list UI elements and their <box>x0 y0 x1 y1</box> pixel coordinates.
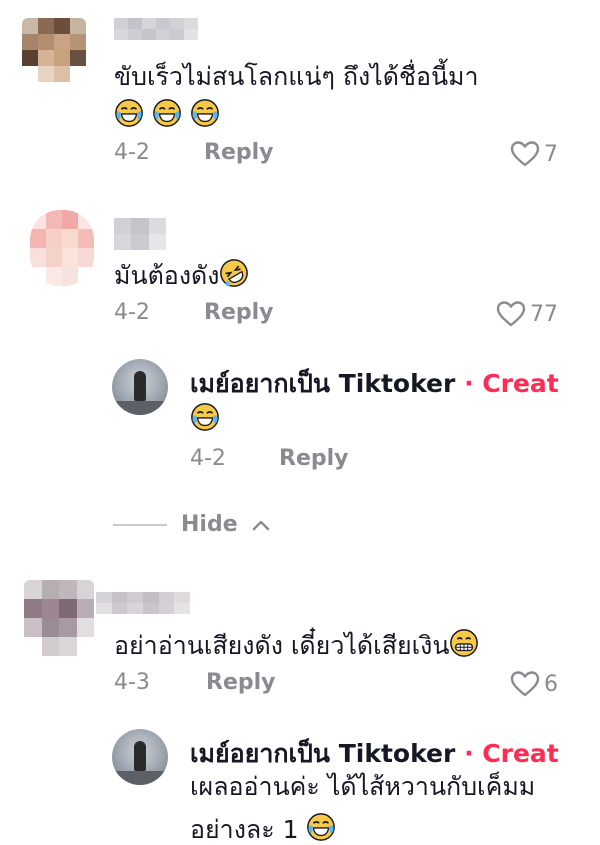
like-button[interactable]: 6 <box>510 670 558 698</box>
heart-icon <box>510 140 540 168</box>
username-blurred[interactable] <box>114 18 198 40</box>
tears-of-joy-icon <box>152 98 182 128</box>
like-count: 77 <box>530 301 558 327</box>
avatar[interactable] <box>30 210 94 286</box>
reply-date: 4-2 <box>190 446 226 471</box>
hide-label: Hide <box>181 512 238 537</box>
comment-date: 4-2 <box>114 300 150 325</box>
comment-text: ขับเร็วไม่สนโลกแน่ๆ ถึงได้ชื่อนี้มา <box>114 62 479 91</box>
comment-text: มันต้องดัง <box>114 258 249 291</box>
creator-badge: · Creat <box>464 739 559 768</box>
creator-badge: · Creat <box>464 369 559 398</box>
reply-button[interactable]: Reply <box>204 300 274 325</box>
reply-button[interactable]: Reply <box>204 140 274 165</box>
tears-of-joy-icon <box>306 812 336 842</box>
comment-emojis <box>114 98 220 131</box>
like-count: 6 <box>544 671 558 697</box>
hide-replies-button[interactable]: Hide <box>113 512 270 537</box>
avatar[interactable] <box>22 18 86 82</box>
divider <box>113 523 167 526</box>
reply-avatar[interactable] <box>112 359 168 415</box>
reply-text <box>190 402 220 435</box>
like-count: 7 <box>544 141 558 167</box>
comment-date: 4-2 <box>114 140 150 165</box>
tears-of-joy-icon <box>114 98 144 128</box>
tears-of-joy-icon <box>190 98 220 128</box>
reply-author[interactable]: เมย์อยากเป็น Tiktoker · Creat <box>190 734 559 774</box>
reply-button[interactable]: Reply <box>279 446 349 471</box>
avatar[interactable] <box>24 580 94 656</box>
reply-text: เผลออ่านค่ะ ได้ไส้หวานกับเค็มม <box>190 772 536 801</box>
like-button[interactable]: 7 <box>510 140 558 168</box>
heart-icon <box>510 670 540 698</box>
heart-icon <box>496 300 526 328</box>
username-blurred[interactable] <box>114 218 166 250</box>
reply-button[interactable]: Reply <box>206 670 276 695</box>
chevron-up-icon <box>252 520 269 530</box>
comment-date: 4-3 <box>114 670 150 695</box>
reply-author[interactable]: เมย์อยากเป็น Tiktoker · Creat <box>190 364 559 404</box>
tears-of-joy-icon <box>190 402 220 432</box>
reply-avatar[interactable] <box>112 729 168 785</box>
grinning-icon <box>449 628 479 658</box>
reply-text-line2: อย่างละ 1 <box>190 812 336 845</box>
rolling-laughing-icon <box>219 258 249 288</box>
like-button[interactable]: 77 <box>496 300 558 328</box>
comment-text: อย่าอ่านเสียงดัง เดี๋ยวได้เสียเงิน <box>114 628 479 661</box>
username-blurred[interactable] <box>96 592 190 614</box>
